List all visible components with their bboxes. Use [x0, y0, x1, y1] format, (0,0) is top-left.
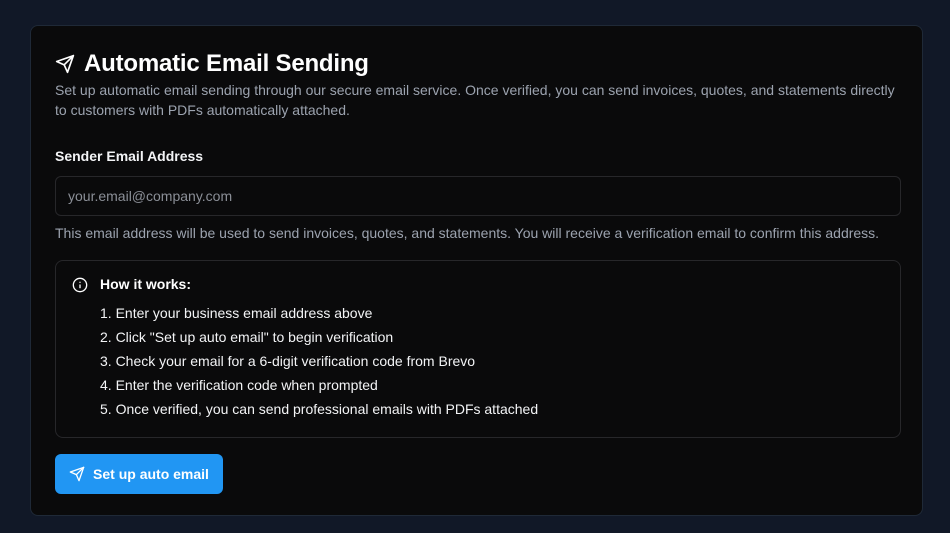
card-description: Set up automatic email sending through o…: [55, 82, 895, 118]
how-it-works-box: How it works: 1. Enter your business ema…: [55, 260, 901, 438]
step-item: 1. Enter your business email address abo…: [100, 305, 373, 321]
step-item: 4. Enter the verification code when prom…: [100, 377, 378, 393]
setup-auto-email-button[interactable]: Set up auto email: [55, 454, 223, 494]
setup-auto-email-label: Set up auto email: [93, 466, 209, 482]
info-icon: [72, 277, 88, 298]
card-header: Automatic Email Sending: [55, 50, 369, 78]
step-item: 3. Check your email for a 6-digit verifi…: [100, 353, 476, 369]
send-icon: [69, 466, 85, 482]
email-settings-card: Automatic Email Sending Set up automatic…: [30, 25, 923, 516]
sender-email-input[interactable]: [55, 176, 901, 216]
how-it-works-steps: 1. Enter your business email address abo…: [100, 301, 538, 421]
how-it-works-title: How it works:: [100, 276, 192, 292]
page-title: Automatic Email Sending: [84, 50, 369, 77]
step-item: 5. Once verified, you can send professio…: [100, 401, 539, 417]
sender-email-hint: This email address will be used to send …: [55, 225, 880, 241]
send-icon: [55, 54, 75, 74]
sender-email-label: Sender Email Address: [55, 148, 204, 164]
step-item: 2. Click "Set up auto email" to begin ve…: [100, 329, 394, 345]
